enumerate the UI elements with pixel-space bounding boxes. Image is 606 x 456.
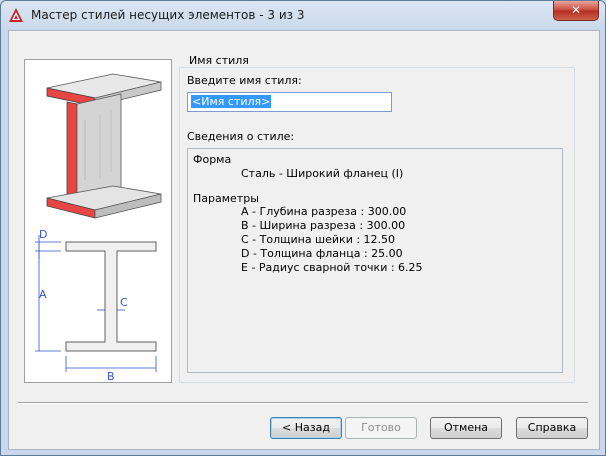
params-heading: Параметры [193,192,259,205]
style-name-prompt: Введите имя стиля: [187,74,302,87]
autocad-app-icon [9,8,23,22]
label-d: D [39,228,47,241]
i-beam-3d-image [46,73,162,219]
label-b: B [107,370,115,382]
label-c: C [120,296,128,309]
label-a: A [39,288,47,301]
style-info-box: Форма Сталь - Широкий фланец (I) Парамет… [187,148,563,373]
param-b: B - Ширина разреза : 300.00 [241,219,406,232]
cancel-button[interactable]: Отмена [430,417,502,439]
param-d: D - Толщина фланца : 25.00 [241,247,403,260]
style-info-label: Сведения о стиле: [187,130,295,143]
param-c: C - Толщина шейки : 12.50 [241,233,396,246]
help-button[interactable]: Справка [516,417,588,439]
style-name-input[interactable]: <Имя стиля> [187,92,392,112]
finish-button[interactable]: Готово [345,417,417,439]
param-e: E - Радиус сварной точки : 6.25 [241,261,423,274]
group-label: Имя стиля [187,54,251,67]
title-bar[interactable]: Мастер стилей несущих элементов - 3 из 3… [1,1,605,29]
i-beam-drawing: D A B C [35,73,162,383]
style-name-value: <Имя стиля> [191,95,272,108]
param-a: A - Глубина разреза : 300.00 [241,205,407,218]
dialog-client-area: D A B C Имя стиля Введите имя стиля: <Им… [8,30,600,450]
beam-illustration: D A B C [24,59,172,383]
back-button[interactable]: < Назад [270,417,342,439]
shape-heading: Форма [193,153,232,166]
close-button[interactable]: ✕ [553,1,599,21]
window-title: Мастер стилей несущих элементов - 3 из 3 [31,8,305,22]
i-beam-section-profile [65,241,157,352]
wizard-window: Мастер стилей несущих элементов - 3 из 3… [0,0,606,456]
footer-divider [18,402,588,404]
shape-value: Сталь - Широкий фланец (I) [241,167,404,180]
